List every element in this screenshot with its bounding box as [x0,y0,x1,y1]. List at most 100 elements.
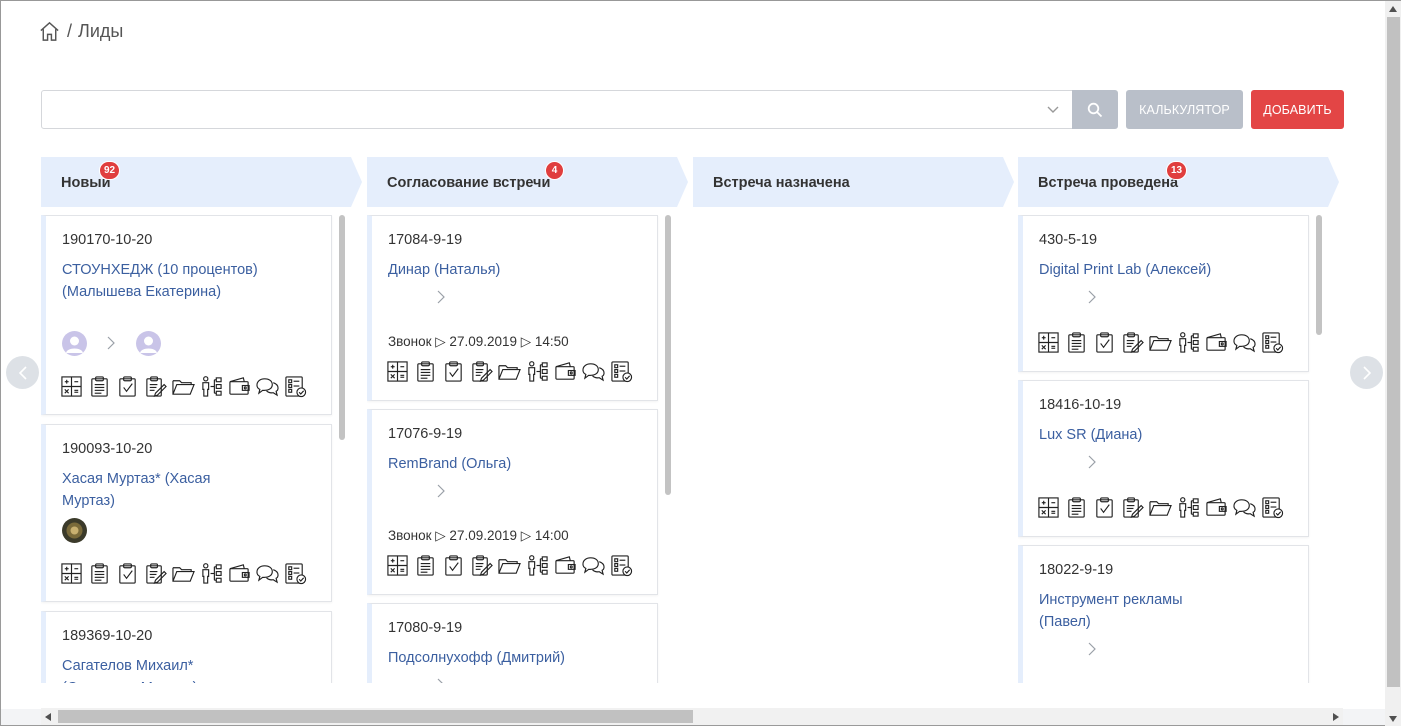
chevron-right-icon [436,290,446,304]
scroll-left-button[interactable] [6,356,39,389]
task-check-icon[interactable] [1093,496,1116,519]
org-structure-icon[interactable] [526,554,549,577]
org-structure-icon[interactable] [1177,331,1200,354]
lead-title-link[interactable]: СТОУНХЕДЖ (10 процентов) (Малышева Екате… [62,259,262,303]
calculator-icon[interactable] [60,562,83,585]
column-scrollbar[interactable] [665,215,671,495]
folder-icon[interactable] [498,360,521,383]
edit-document-icon[interactable] [144,375,167,398]
clipboard-icon[interactable] [88,375,111,398]
scroll-right-button[interactable] [1350,356,1383,389]
scroll-left-arrow-icon[interactable] [45,713,51,721]
stage-header-meeting-scheduled[interactable]: Встреча назначена [693,157,1014,207]
lead-card[interactable]: 190170-10-20 СТОУНХЕДЖ (10 процентов) (М… [41,215,332,415]
checklist-icon[interactable] [284,375,307,398]
wallet-icon[interactable] [1205,496,1228,519]
calculator-icon[interactable] [386,360,409,383]
scroll-down-arrow-icon[interactable] [1389,716,1397,722]
lead-title-link[interactable]: RemBrand (Ольга) [388,453,588,475]
lead-card[interactable]: 17080-9-19 Подсолнухофф (Дмитрий) [367,603,658,683]
lead-card[interactable]: 430-5-19 Digital Print Lab (Алексей) [1018,215,1309,372]
stage-header-meeting-held[interactable]: Встреча проведена 13 [1018,157,1339,207]
column-scrollbar[interactable] [339,215,345,440]
horizontal-scrollbar[interactable] [41,708,1343,725]
lead-card[interactable]: 18416-10-19 Lux SR (Диана) [1018,380,1309,537]
checklist-icon[interactable] [610,360,633,383]
folder-icon[interactable] [1149,331,1172,354]
calculator-icon[interactable] [60,375,83,398]
next-call: Звонок ▷ 27.09.2019 ▷ 14:00 [388,528,569,543]
checklist-icon[interactable] [1261,496,1284,519]
chat-icon[interactable] [1233,331,1256,354]
edit-document-icon[interactable] [470,554,493,577]
folder-icon[interactable] [498,554,521,577]
clipboard-icon[interactable] [88,562,111,585]
folder-icon[interactable] [1149,496,1172,519]
wallet-icon[interactable] [228,375,251,398]
clipboard-icon[interactable] [414,554,437,577]
lead-card[interactable]: 190093-10-20 Хасая Муртаз* (Хасая Муртаз… [41,424,332,602]
vertical-scrollbar-thumb[interactable] [1387,17,1400,687]
task-check-icon[interactable] [442,360,465,383]
wallet-icon[interactable] [554,554,577,577]
search-button[interactable] [1072,90,1118,129]
lead-card[interactable]: 17076-9-19 RemBrand (Ольга) Звонок ▷ 27.… [367,409,658,595]
task-check-icon[interactable] [442,554,465,577]
chat-icon[interactable] [256,375,279,398]
edit-document-icon[interactable] [144,562,167,585]
folder-icon[interactable] [172,562,195,585]
checklist-icon[interactable] [284,562,307,585]
clipboard-icon[interactable] [1065,331,1088,354]
calculator-icon[interactable] [1037,496,1060,519]
chat-icon[interactable] [582,360,605,383]
wallet-icon[interactable] [1205,331,1228,354]
checklist-icon[interactable] [1261,331,1284,354]
lead-title-link[interactable]: Динар (Наталья) [388,259,588,281]
calculator-button[interactable]: КАЛЬКУЛЯТОР [1126,90,1243,129]
org-structure-icon[interactable] [526,360,549,383]
task-check-icon[interactable] [1093,331,1116,354]
chat-icon[interactable] [1233,496,1256,519]
calculator-icon[interactable] [1037,331,1060,354]
org-structure-icon[interactable] [1177,496,1200,519]
lead-title-link[interactable]: Digital Print Lab (Алексей) [1039,259,1279,281]
folder-icon[interactable] [172,375,195,398]
task-check-icon[interactable] [116,562,139,585]
horizontal-scrollbar-thumb[interactable] [58,710,693,723]
chat-icon[interactable] [582,554,605,577]
clipboard-icon[interactable] [1065,496,1088,519]
lead-title-link[interactable]: Подсолнухофф (Дмитрий) [388,647,628,669]
chevron-right-icon [1087,290,1097,304]
column-scrollbar[interactable] [1316,215,1322,335]
scroll-right-arrow-icon[interactable] [1333,713,1339,721]
wallet-icon[interactable] [228,562,251,585]
org-structure-icon[interactable] [200,562,223,585]
task-check-icon[interactable] [116,375,139,398]
chevron-down-icon[interactable] [1046,103,1060,117]
calculator-icon[interactable] [386,554,409,577]
edit-document-icon[interactable] [470,360,493,383]
wallet-icon[interactable] [554,360,577,383]
clipboard-icon[interactable] [414,360,437,383]
edit-document-icon[interactable] [1121,331,1144,354]
home-icon[interactable] [38,20,61,43]
card-action-icons [60,562,307,585]
lead-title-link[interactable]: Хасая Муртаз* (Хасая Муртаз) [62,468,232,512]
lead-title-link[interactable]: Сагателов Михаил* (Сагателов Михаил) [62,655,232,683]
lead-title-link[interactable]: Lux SR (Диана) [1039,424,1239,446]
chat-icon[interactable] [256,562,279,585]
scroll-up-arrow-icon[interactable] [1389,6,1397,12]
checklist-icon[interactable] [610,554,633,577]
stage-header-meeting-agreement[interactable]: Согласование встречи 4 [367,157,688,207]
stage-count-badge: 4 [545,161,564,180]
lead-card[interactable]: 189369-10-20 Сагателов Михаил* (Сагатело… [41,611,332,683]
edit-document-icon[interactable] [1121,496,1144,519]
stage-header-new[interactable]: Новый 92 [41,157,362,207]
org-structure-icon[interactable] [200,375,223,398]
lead-card[interactable]: 17084-9-19 Динар (Наталья) Звонок ▷ 27.0… [367,215,658,401]
search-select[interactable] [41,90,1073,129]
lead-card[interactable]: 18022-9-19 Инструмент рекламы (Павел) [1018,545,1309,683]
lead-title-link[interactable]: Инструмент рекламы (Павел) [1039,589,1209,633]
add-lead-button[interactable]: ДОБАВИТЬ [1251,90,1344,129]
vertical-scrollbar[interactable] [1385,1,1401,726]
